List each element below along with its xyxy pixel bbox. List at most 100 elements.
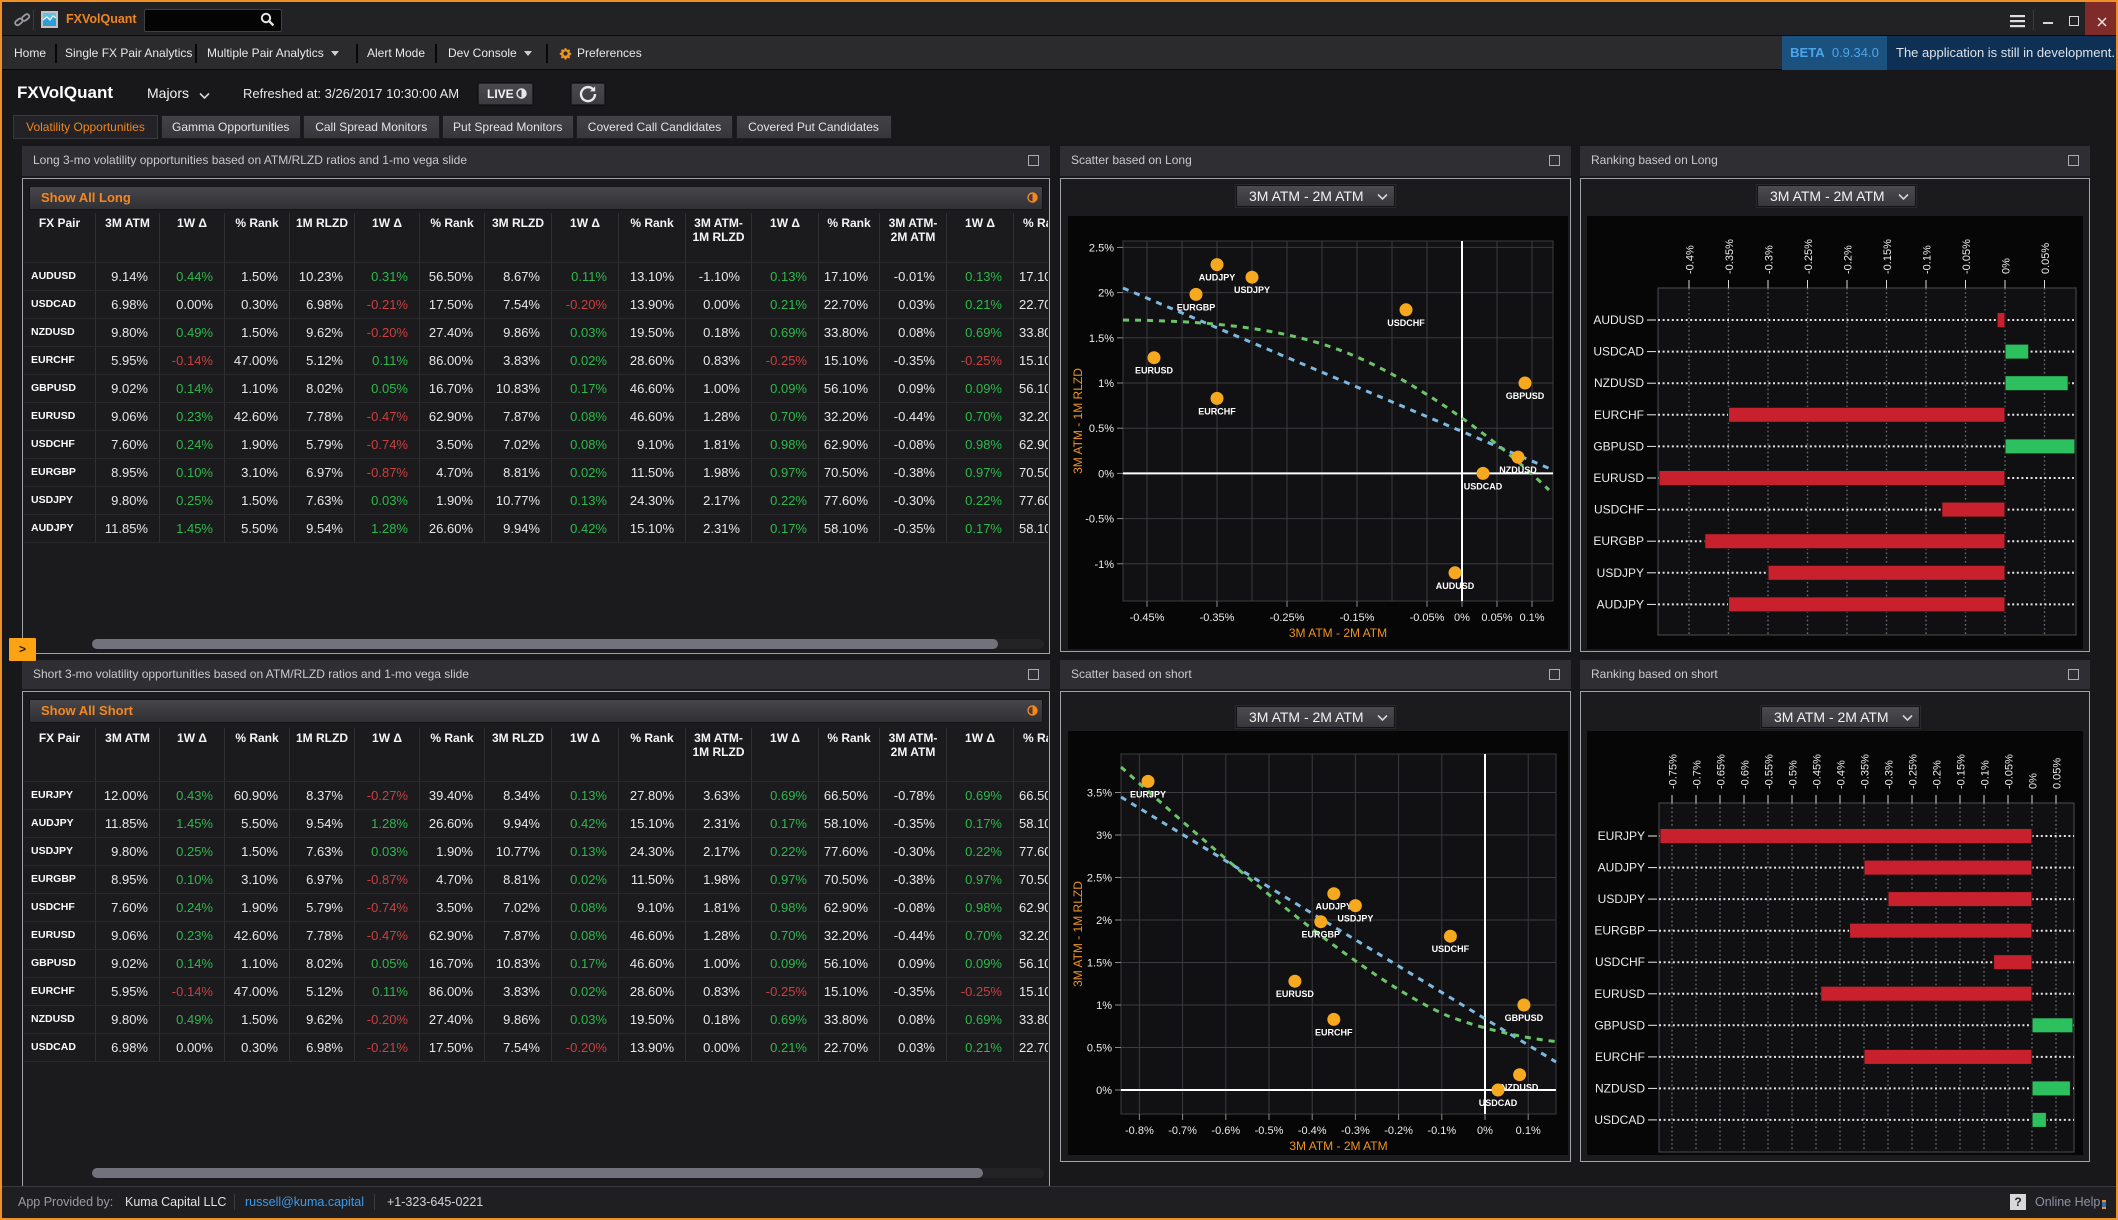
svg-text:3.5%: 3.5% xyxy=(1087,788,1112,800)
svg-text:EURUSD: EURUSD xyxy=(1594,987,1645,1001)
svg-text:AUDJPY: AUDJPY xyxy=(1199,273,1236,283)
svg-text:EURCHF: EURCHF xyxy=(1594,408,1644,422)
svg-text:USDCAD: USDCAD xyxy=(1479,1098,1518,1108)
svg-text:AUDJPY: AUDJPY xyxy=(1597,597,1644,611)
svg-text:USDCHF: USDCHF xyxy=(1432,944,1470,954)
svg-text:EURUSD: EURUSD xyxy=(1593,471,1644,485)
svg-text:3M ATM - 2M ATM: 3M ATM - 2M ATM xyxy=(1289,626,1387,640)
svg-text:-0.2%: -0.2% xyxy=(1932,760,1944,789)
svg-text:EURGBP: EURGBP xyxy=(1177,302,1216,312)
svg-text:-0.6%: -0.6% xyxy=(1211,1125,1240,1137)
svg-text:-0.25%: -0.25% xyxy=(1908,754,1920,789)
svg-text:AUDUSD: AUDUSD xyxy=(1593,313,1644,327)
svg-text:EURUSD: EURUSD xyxy=(1276,989,1315,999)
svg-text:2.5%: 2.5% xyxy=(1089,242,1114,254)
svg-text:USDCAD: USDCAD xyxy=(1464,481,1503,491)
svg-text:0%: 0% xyxy=(1477,1125,1493,1137)
svg-text:USDJPY: USDJPY xyxy=(1337,914,1373,924)
svg-text:-0.3%: -0.3% xyxy=(1884,760,1896,789)
svg-text:0.5%: 0.5% xyxy=(1087,1043,1112,1055)
svg-text:-0.15%: -0.15% xyxy=(1882,239,1894,274)
svg-text:EURJPY: EURJPY xyxy=(1130,789,1166,799)
svg-text:EURGBP: EURGBP xyxy=(1302,930,1341,940)
svg-text:0%: 0% xyxy=(2028,773,2040,789)
svg-text:AUDUSD: AUDUSD xyxy=(1436,581,1475,591)
svg-text:-0.5%: -0.5% xyxy=(1085,514,1114,526)
svg-text:-0.4%: -0.4% xyxy=(1685,245,1697,274)
svg-text:NZDUSD: NZDUSD xyxy=(1594,376,1644,390)
svg-text:-0.45%: -0.45% xyxy=(1812,754,1824,789)
svg-text:-0.05%: -0.05% xyxy=(1961,239,1973,274)
svg-text:GBPUSD: GBPUSD xyxy=(1505,1013,1544,1023)
svg-text:0.5%: 0.5% xyxy=(1089,423,1114,435)
svg-text:0.05%: 0.05% xyxy=(2052,758,2064,789)
svg-text:-0.35%: -0.35% xyxy=(1200,612,1235,624)
svg-text:-0.2%: -0.2% xyxy=(1843,245,1855,274)
svg-text:0.05%: 0.05% xyxy=(1481,612,1512,624)
svg-text:EURUSD: EURUSD xyxy=(1135,366,1174,376)
svg-text:1%: 1% xyxy=(1096,1000,1112,1012)
svg-text:EURGBP: EURGBP xyxy=(1594,924,1645,938)
svg-text:USDCAD: USDCAD xyxy=(1594,1113,1645,1127)
svg-text:-0.45%: -0.45% xyxy=(1130,612,1165,624)
svg-text:AUDJPY: AUDJPY xyxy=(1316,902,1353,912)
svg-text:-0.3%: -0.3% xyxy=(1341,1125,1370,1137)
svg-text:-0.1%: -0.1% xyxy=(1427,1125,1456,1137)
svg-text:USDJPY: USDJPY xyxy=(1598,892,1645,906)
svg-text:1.5%: 1.5% xyxy=(1089,333,1114,345)
svg-text:0.1%: 0.1% xyxy=(1516,1125,1541,1137)
svg-text:-0.25%: -0.25% xyxy=(1270,612,1305,624)
svg-text:-0.15%: -0.15% xyxy=(1340,612,1375,624)
svg-text:3M ATM - 1M RLZD: 3M ATM - 1M RLZD xyxy=(1071,881,1085,987)
svg-text:GBPUSD: GBPUSD xyxy=(1593,439,1644,453)
svg-text:-0.7%: -0.7% xyxy=(1692,760,1704,789)
svg-text:USDCHF: USDCHF xyxy=(1387,318,1425,328)
svg-text:EURJPY: EURJPY xyxy=(1598,829,1645,843)
svg-text:EURCHF: EURCHF xyxy=(1315,1027,1353,1037)
svg-text:AUDJPY: AUDJPY xyxy=(1598,861,1645,875)
svg-text:3%: 3% xyxy=(1096,830,1112,842)
svg-text:-0.55%: -0.55% xyxy=(1764,754,1776,789)
svg-text:-0.7%: -0.7% xyxy=(1168,1125,1197,1137)
svg-text:-0.6%: -0.6% xyxy=(1740,760,1752,789)
svg-text:2.5%: 2.5% xyxy=(1087,873,1112,885)
svg-text:-0.1%: -0.1% xyxy=(1922,245,1934,274)
svg-text:EURCHF: EURCHF xyxy=(1198,406,1236,416)
svg-text:-0.65%: -0.65% xyxy=(1716,754,1728,789)
svg-text:-0.5%: -0.5% xyxy=(1788,760,1800,789)
svg-text:3M ATM - 2M ATM: 3M ATM - 2M ATM xyxy=(1289,1139,1387,1153)
svg-text:-0.5%: -0.5% xyxy=(1255,1125,1284,1137)
svg-text:0%: 0% xyxy=(2001,258,2013,274)
svg-text:USDJPY: USDJPY xyxy=(1234,285,1270,295)
svg-text:GBPUSD: GBPUSD xyxy=(1506,391,1545,401)
svg-text:USDCHF: USDCHF xyxy=(1595,955,1645,969)
svg-text:-0.3%: -0.3% xyxy=(1764,245,1776,274)
svg-text:NZDUSD: NZDUSD xyxy=(1501,1083,1539,1093)
svg-text:-0.4%: -0.4% xyxy=(1298,1125,1327,1137)
svg-text:-0.75%: -0.75% xyxy=(1668,754,1680,789)
svg-text:-0.25%: -0.25% xyxy=(1803,239,1815,274)
svg-text:0.05%: 0.05% xyxy=(2040,243,2052,274)
svg-text:-0.35%: -0.35% xyxy=(1860,754,1872,789)
svg-text:1.5%: 1.5% xyxy=(1087,958,1112,970)
svg-text:0%: 0% xyxy=(1454,612,1470,624)
svg-text:NZDUSD: NZDUSD xyxy=(1595,1081,1645,1095)
svg-text:NZDUSD: NZDUSD xyxy=(1499,465,1537,475)
svg-text:-0.35%: -0.35% xyxy=(1724,239,1736,274)
svg-text:USDCHF: USDCHF xyxy=(1594,503,1644,517)
svg-text:0.1%: 0.1% xyxy=(1519,612,1544,624)
svg-text:GBPUSD: GBPUSD xyxy=(1594,1018,1645,1032)
svg-text:3M ATM - 1M RLZD: 3M ATM - 1M RLZD xyxy=(1071,368,1085,474)
svg-text:USDJPY: USDJPY xyxy=(1597,566,1644,580)
svg-text:-0.05%: -0.05% xyxy=(2004,754,2016,789)
svg-text:-0.4%: -0.4% xyxy=(1836,760,1848,789)
svg-text:0%: 0% xyxy=(1096,1085,1112,1097)
svg-text:1%: 1% xyxy=(1098,378,1114,390)
svg-text:-0.8%: -0.8% xyxy=(1125,1125,1154,1137)
svg-text:2%: 2% xyxy=(1098,288,1114,300)
svg-text:USDCAD: USDCAD xyxy=(1593,345,1644,359)
svg-text:-0.1%: -0.1% xyxy=(1980,760,1992,789)
svg-text:EURGBP: EURGBP xyxy=(1593,534,1644,548)
svg-text:-0.05%: -0.05% xyxy=(1410,612,1445,624)
svg-text:2%: 2% xyxy=(1096,915,1112,927)
